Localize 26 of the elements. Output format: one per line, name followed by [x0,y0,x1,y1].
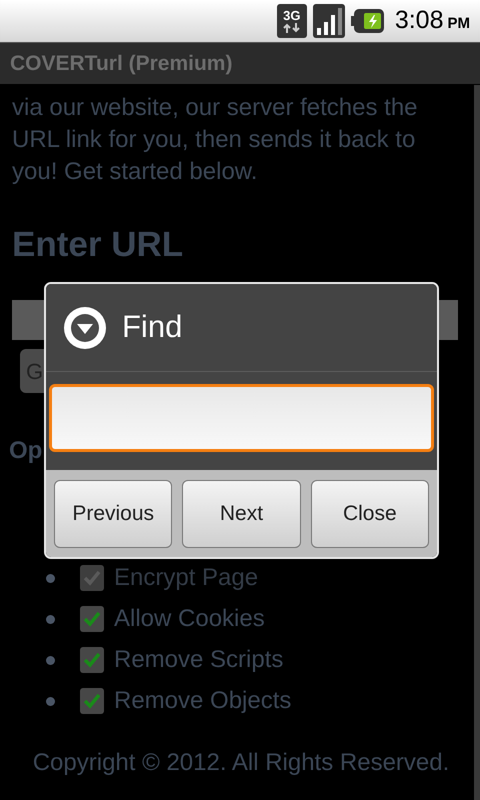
dialog-button[interactable]: Close [310,480,429,548]
section-heading: Enter URL [12,224,184,266]
checkbox[interactable] [80,606,104,632]
bullet-icon [46,614,55,624]
checkbox[interactable] [80,647,104,673]
intro-paragraph: via our website, our server fetches the URL link for you, then sends it back to you! Get started below. [12,93,419,187]
option-label: Encrypt Page [114,563,258,593]
bullet-icon [46,656,55,664]
dialog-button[interactable]: Next [182,480,301,548]
battery-icon [350,8,385,34]
option-label: Remove Objects [114,686,292,716]
bullet-icon [46,696,55,706]
find-field[interactable] [49,384,434,452]
bullet-icon [46,574,55,582]
app-title: COVERTurl (Premium) [10,50,232,77]
dialog-button[interactable]: Previous [54,480,172,548]
options-heading: Op [9,436,42,466]
checkbox[interactable] [80,688,104,714]
copyright-text: Copyright © 2012. All Rights Reserved. [32,748,450,778]
option-label: Remove Scripts [114,645,284,675]
data-network-icon: 3G [276,4,307,38]
signal-icon [312,4,345,38]
option-label: Allow Cookies [114,604,265,634]
dialog-title: Find [122,308,182,346]
clock-period: PM [448,14,470,34]
clock-time: 3:08 [394,5,444,36]
